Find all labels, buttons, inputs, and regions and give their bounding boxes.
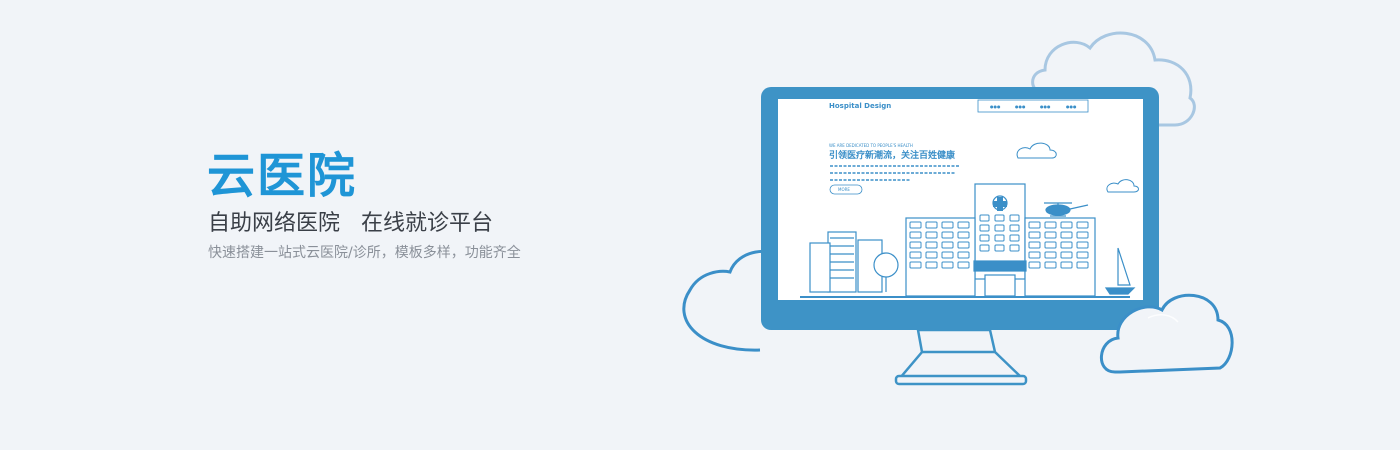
window [941,241,954,249]
window [1076,241,1089,249]
window [1076,261,1089,269]
window [1060,251,1073,259]
window [1028,231,1041,239]
window [1044,261,1057,269]
window [994,234,1005,242]
window [1060,241,1073,249]
banner: 云医院 自助网络医院 在线就诊平台 快速搭建一站式云医院/诊所，模板多样，功能齐… [0,0,1400,450]
window [909,231,922,239]
screen-more-button: MORE [838,187,850,192]
window [1044,251,1057,259]
window [957,231,970,239]
screen-nav-item: ●●● [1066,104,1077,109]
window [1076,221,1089,229]
window [957,241,970,249]
window [1044,241,1057,249]
window [925,241,938,249]
screen-tagline: WE ARE DEDICATED TO PEOPLE'S HEALTH [829,143,913,148]
window [941,231,954,239]
window [1060,261,1073,269]
screen-site-title: Hospital Design [829,102,891,110]
window [1044,221,1057,229]
window [909,221,922,229]
window [979,244,990,252]
window [1060,221,1073,229]
window [1076,251,1089,259]
window [994,214,1005,222]
screen-nav-item: ●●● [990,104,1001,109]
screen-nav-item: ●●● [1040,104,1051,109]
window [909,251,922,259]
window [979,234,990,242]
monitor-illustration: Hospital Design ●●● ●●● ●●● ●●● WE ARE D… [682,31,1234,386]
hero-description: 快速搭建一站式云医院/诊所，模板多样，功能齐全 [208,245,521,261]
window [979,214,990,222]
window [909,241,922,249]
window [941,221,954,229]
window [925,231,938,239]
hero-title: 云医院 [207,148,358,204]
window [979,224,990,232]
window [1028,221,1041,229]
window [925,221,938,229]
window [957,261,970,269]
window [1009,244,1020,252]
window [925,261,938,269]
window [1044,231,1057,239]
window [1028,251,1041,259]
window [1009,234,1020,242]
window [1076,231,1089,239]
hero-subtitle: 自助网络医院 在线就诊平台 [208,211,493,236]
window [957,221,970,229]
window [957,251,970,259]
screen-headline: 引领医疗新潮流，关注百姓健康 [829,149,956,161]
window [1060,231,1073,239]
window [941,251,954,259]
window [1028,261,1041,269]
window [1009,214,1020,222]
window [909,261,922,269]
window [1009,224,1020,232]
window [941,261,954,269]
window [994,224,1005,232]
monitor-stand [894,328,1028,386]
window [994,244,1005,252]
screen-nav-item: ●●● [1015,104,1026,109]
window [925,251,938,259]
window [1028,241,1041,249]
